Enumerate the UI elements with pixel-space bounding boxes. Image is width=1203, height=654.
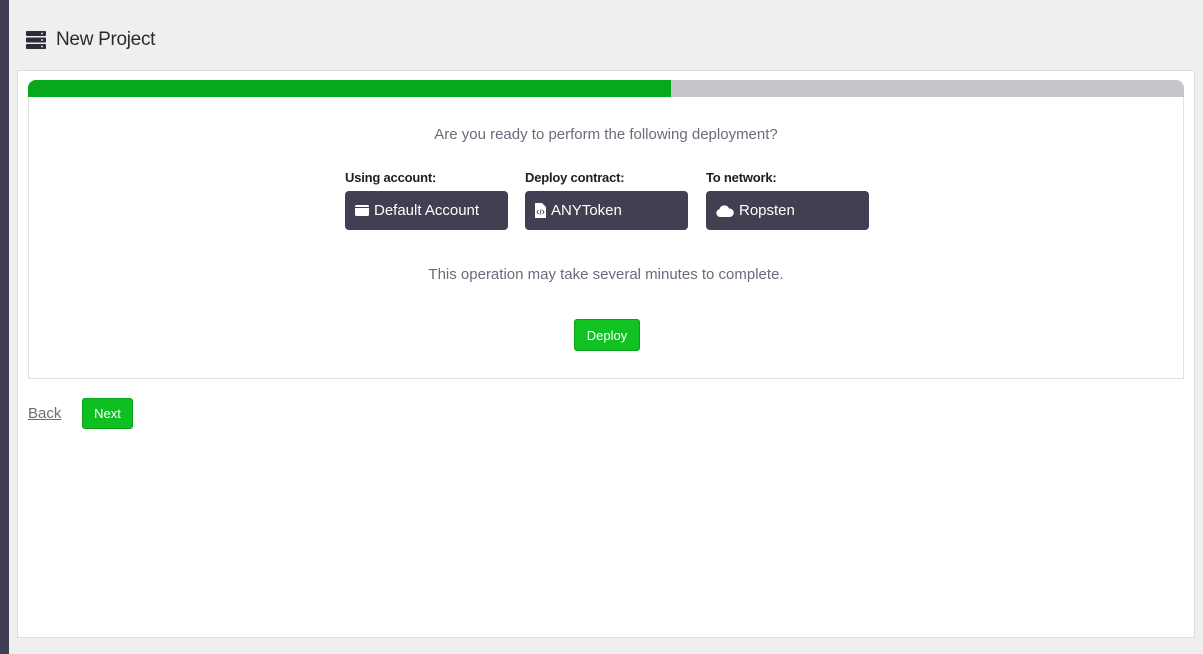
cloud-icon bbox=[716, 204, 734, 217]
contract-value: ANYToken bbox=[551, 202, 622, 219]
deploy-button[interactable]: Deploy bbox=[574, 319, 640, 351]
progress-bar bbox=[28, 80, 1184, 97]
duration-note: This operation may take several minutes … bbox=[428, 266, 784, 283]
network-box: Ropsten bbox=[706, 191, 869, 230]
account-field: Using account: Default Account bbox=[345, 170, 508, 230]
left-rail bbox=[0, 0, 9, 654]
code-file-icon bbox=[535, 203, 546, 218]
page-title: New Project bbox=[56, 29, 156, 50]
deployment-card: Are you ready to perform the following d… bbox=[28, 97, 1184, 379]
network-field: To network: Ropsten bbox=[706, 170, 869, 230]
progress-fill bbox=[28, 80, 671, 97]
bottom-strip bbox=[9, 646, 1203, 654]
wallet-icon bbox=[355, 205, 369, 216]
wizard-panel: Are you ready to perform the following d… bbox=[17, 70, 1195, 638]
account-box: Default Account bbox=[345, 191, 508, 230]
contract-box: ANYToken bbox=[525, 191, 688, 230]
page-header: New Project bbox=[26, 28, 155, 52]
server-icon bbox=[26, 31, 46, 49]
contract-label: Deploy contract: bbox=[525, 170, 625, 185]
back-link[interactable]: Back bbox=[28, 405, 61, 422]
network-label: To network: bbox=[706, 170, 777, 185]
account-value: Default Account bbox=[374, 202, 480, 219]
confirm-question: Are you ready to perform the following d… bbox=[434, 126, 778, 143]
network-value: Ropsten bbox=[739, 202, 795, 219]
next-button[interactable]: Next bbox=[82, 398, 133, 429]
contract-field: Deploy contract: ANYToken bbox=[525, 170, 688, 230]
account-label: Using account: bbox=[345, 170, 437, 185]
